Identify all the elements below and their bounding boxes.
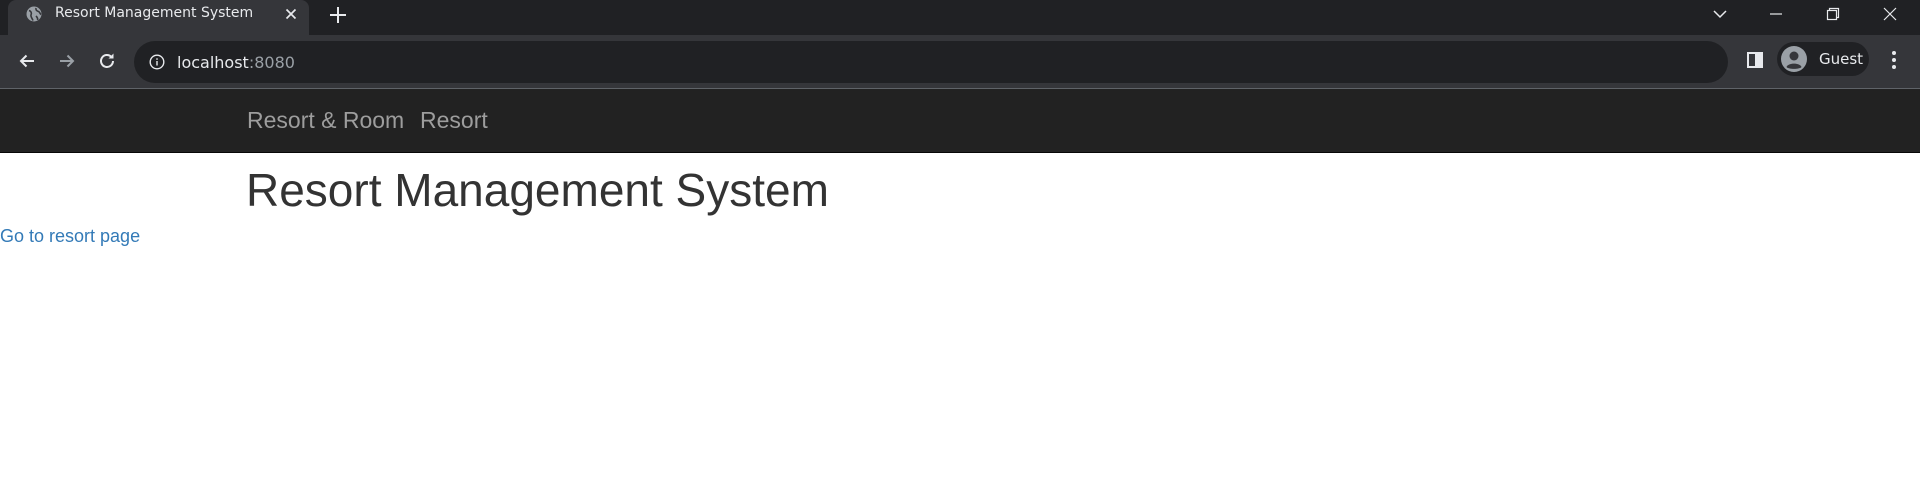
new-tab-icon[interactable]: [327, 4, 349, 26]
web-page: Resort & Room Resort Resort Management S…: [0, 89, 1920, 488]
nav-link-resort[interactable]: Resort: [420, 107, 488, 134]
browser-tab[interactable]: Resort Management System: [8, 0, 309, 35]
tab-search-chevron-icon[interactable]: [1710, 4, 1730, 24]
tab-close-icon[interactable]: [282, 5, 300, 23]
profile-name: Guest: [1819, 50, 1864, 68]
kebab-menu-icon[interactable]: [1884, 48, 1904, 72]
url-port: :8080: [248, 53, 295, 72]
globe-icon: [26, 6, 42, 22]
nav-link-resort-room[interactable]: Resort & Room: [247, 107, 404, 134]
info-icon[interactable]: [149, 54, 165, 70]
arrow-right-icon[interactable]: [53, 47, 81, 75]
window-restore-icon[interactable]: [1805, 0, 1861, 28]
address-url: localhost:8080: [177, 53, 295, 72]
window-close-icon[interactable]: [1862, 0, 1918, 28]
browser-tab-strip: Resort Management System: [0, 0, 1920, 35]
browser-toolbar: localhost:8080 Guest: [0, 35, 1920, 88]
avatar-icon: [1780, 45, 1808, 73]
arrow-left-icon[interactable]: [13, 47, 41, 75]
go-to-resort-link[interactable]: Go to resort page: [0, 226, 140, 247]
profile-button[interactable]: Guest: [1777, 42, 1869, 76]
window-minimize-icon[interactable]: [1748, 0, 1804, 28]
url-host: localhost: [177, 53, 249, 72]
address-bar[interactable]: localhost:8080: [134, 41, 1728, 83]
side-panel-icon[interactable]: [1745, 50, 1765, 70]
reload-icon[interactable]: [93, 47, 121, 75]
page-title: Resort Management System: [246, 164, 829, 216]
tab-title: Resort Management System: [55, 5, 254, 21]
site-navbar: Resort & Room Resort: [0, 89, 1920, 153]
